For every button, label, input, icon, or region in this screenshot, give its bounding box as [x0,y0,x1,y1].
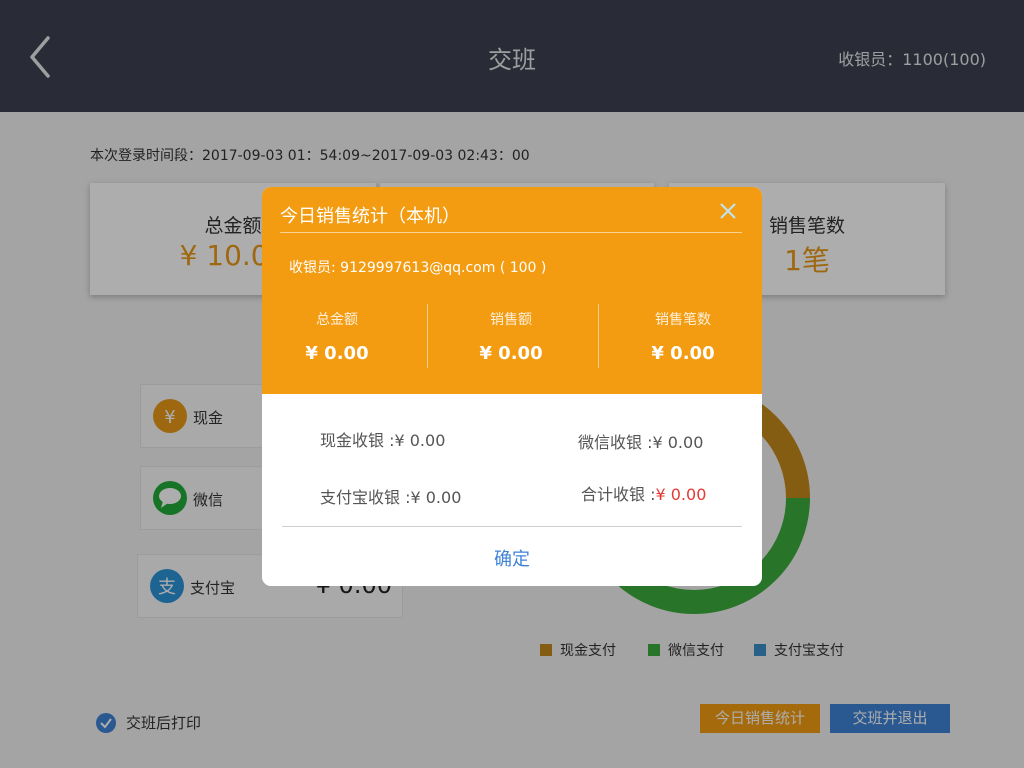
stat-total-amount-value: ¥ 0.00 [305,343,369,364]
stat-sales-count: 销售笔数 ¥ 0.00 [608,309,758,364]
stat-total-amount: 总金额 ¥ 0.00 [262,309,412,364]
confirm-button[interactable]: 确定 [262,545,762,571]
dialog-cashier: 收银员: 9129997613@qq.com ( 100 ) [289,260,547,276]
total-collected-label: 合计收银 : [581,485,656,504]
dialog-header: 今日销售统计（本机） 收银员: 9129997613@qq.com ( 100 … [262,187,762,394]
total-collected: 合计收银 :¥ 0.00 [581,481,706,505]
cash-collected-label: 现金收银 : [320,431,395,450]
stat-sales-count-value: ¥ 0.00 [651,343,715,364]
stat-sales-amount: 销售额 ¥ 0.00 [436,309,586,364]
wechat-collected: 微信收银 :¥ 0.00 [578,429,703,453]
dialog-title: 今日销售统计（本机） [280,206,460,227]
close-button[interactable] [717,200,739,222]
wechat-collected-label: 微信收银 : [578,433,653,452]
stat-divider [427,304,428,368]
cash-collected: 现金收银 :¥ 0.00 [320,427,445,451]
alipay-collected: 支付宝收银 :¥ 0.00 [320,484,461,508]
dialog-title-divider [280,232,742,233]
stat-sales-count-label: 销售笔数 [655,312,711,328]
wechat-collected-value: ¥ 0.00 [652,433,704,452]
dialog-footer-divider [282,526,742,527]
stat-divider [598,304,599,368]
close-icon [720,203,736,219]
total-collected-value: ¥ 0.00 [655,485,707,504]
alipay-collected-label: 支付宝收银 : [320,488,411,507]
alipay-collected-value: ¥ 0.00 [410,488,462,507]
sales-stats-dialog: 今日销售统计（本机） 收银员: 9129997613@qq.com ( 100 … [262,187,762,586]
stat-sales-amount-label: 销售额 [490,312,532,328]
stat-total-amount-label: 总金额 [316,312,358,328]
stat-sales-amount-value: ¥ 0.00 [479,343,543,364]
cash-collected-value: ¥ 0.00 [394,431,446,450]
